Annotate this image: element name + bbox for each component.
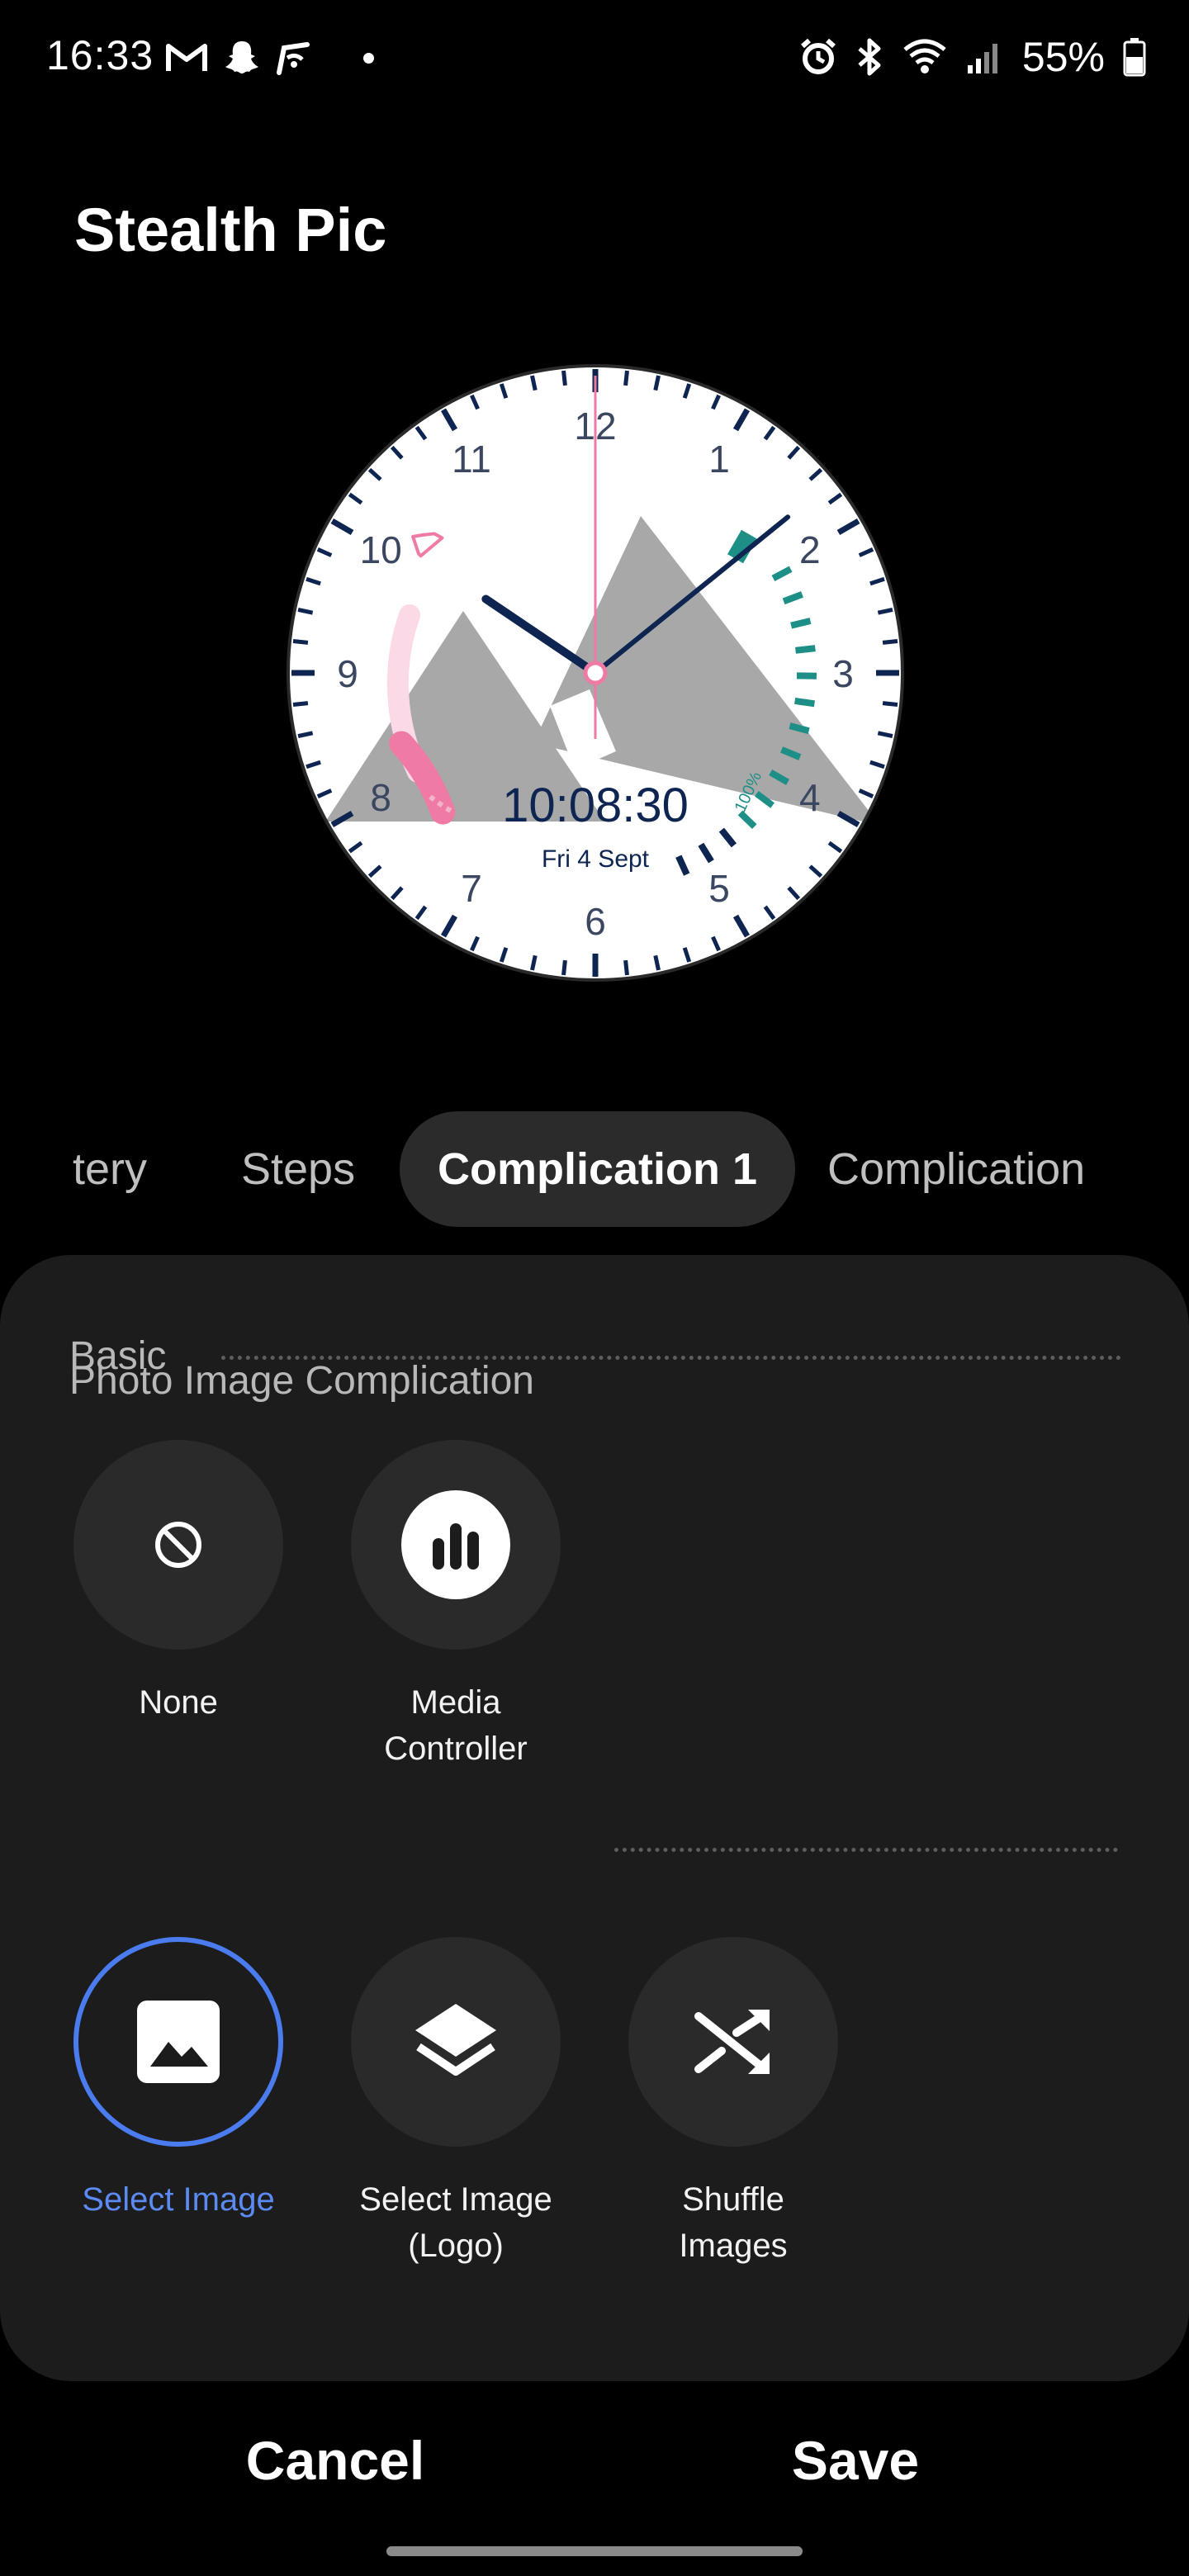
snapchat-icon (225, 41, 258, 73)
tab-complication-2[interactable]: Complication (827, 1111, 1085, 1227)
watch-face-preview: 121234567891011 100% 10:08:30 Fri 4 Sept (287, 364, 904, 982)
hour-number: 3 (832, 652, 854, 695)
option-media-circle[interactable] (351, 1440, 561, 1650)
minute-tick (882, 701, 898, 707)
bluetooth-icon (858, 38, 881, 76)
minute-tick (561, 959, 567, 976)
battery-icon (1123, 38, 1146, 77)
battery-gauge-segment (790, 618, 812, 629)
shuffle-icon (694, 2010, 770, 2074)
battery-percent: 55% (1021, 34, 1105, 80)
minute-tick (561, 370, 567, 386)
hour-number: 8 (370, 776, 391, 819)
hour-number: 1 (708, 438, 730, 481)
hand-pivot (583, 661, 608, 685)
cancel-button[interactable]: Cancel (170, 2419, 500, 2502)
complication-options-sheet: Basic None Media Controller Photo Image … (0, 1255, 1189, 2381)
battery-gauge-segment (795, 645, 816, 654)
hour-number: 11 (452, 438, 491, 481)
option-select-image-logo[interactable]: Select Image (Logo) (332, 1937, 580, 2269)
image-icon (137, 2001, 220, 2083)
minute-tick (882, 639, 898, 645)
watch-date: Fri 4 Sept (542, 845, 650, 873)
hour-number: 4 (799, 776, 821, 819)
wifi-icon (903, 39, 946, 73)
media-bars-icon (401, 1490, 510, 1599)
section-header-photo: Photo Image Complication (69, 1358, 534, 1403)
status-left-icons (165, 33, 374, 83)
status-time: 16:33 (46, 32, 154, 78)
minute-tick (292, 701, 309, 707)
page-title: Stealth Pic (74, 196, 387, 264)
minute-tick (292, 639, 309, 645)
wifi-calling-icon (277, 42, 310, 75)
digital-time: 10:08:30 (502, 779, 689, 832)
option-logo-label: Select Image (Logo) (359, 2181, 552, 2264)
tab-steps[interactable]: Steps (241, 1111, 355, 1227)
option-select-image-label: Select Image (82, 2181, 275, 2218)
hour-number: 7 (461, 867, 482, 910)
option-select-image[interactable]: Select Image (54, 1937, 302, 2223)
option-shuffle-circle[interactable] (628, 1937, 838, 2147)
hour-number: 6 (585, 900, 606, 943)
hour-number: 9 (337, 652, 358, 695)
status-right-icons: 55% (799, 31, 1146, 83)
hour-number: 2 (799, 528, 821, 571)
option-none-label: None (139, 1684, 218, 1721)
tab-battery[interactable]: tery (73, 1111, 147, 1227)
battery-gauge-segment (794, 697, 815, 708)
save-button[interactable]: Save (690, 2419, 1021, 2502)
tab-complication-1[interactable]: Complication 1 (400, 1111, 796, 1227)
option-logo-circle[interactable] (351, 1937, 561, 2147)
option-none[interactable]: None (54, 1440, 302, 1726)
status-bar: 16:33 55% (0, 0, 1189, 116)
option-shuffle-images[interactable]: Shuffle Images (609, 1937, 857, 2269)
gmail-icon (166, 44, 207, 71)
option-media-label: Media Controller (384, 1684, 528, 1767)
minute-tick (623, 370, 629, 386)
option-media-controller[interactable]: Media Controller (332, 1440, 580, 1772)
option-none-circle[interactable] (73, 1440, 283, 1650)
notification-dot (363, 52, 374, 64)
section-divider (614, 1848, 1118, 1852)
alarm-icon (800, 38, 836, 74)
none-icon (155, 1522, 201, 1568)
hour-number: 5 (708, 867, 730, 910)
home-indicator[interactable] (386, 2546, 803, 2556)
minute-tick (623, 959, 629, 976)
hour-number: 10 (360, 528, 402, 571)
customization-tabs: tery Steps Complication 1 Complication (0, 1111, 1189, 1227)
layers-icon (415, 2004, 496, 2076)
option-select-image-circle[interactable] (73, 1937, 283, 2147)
signal-icon (967, 44, 997, 73)
option-shuffle-label: Shuffle Images (679, 2181, 788, 2264)
